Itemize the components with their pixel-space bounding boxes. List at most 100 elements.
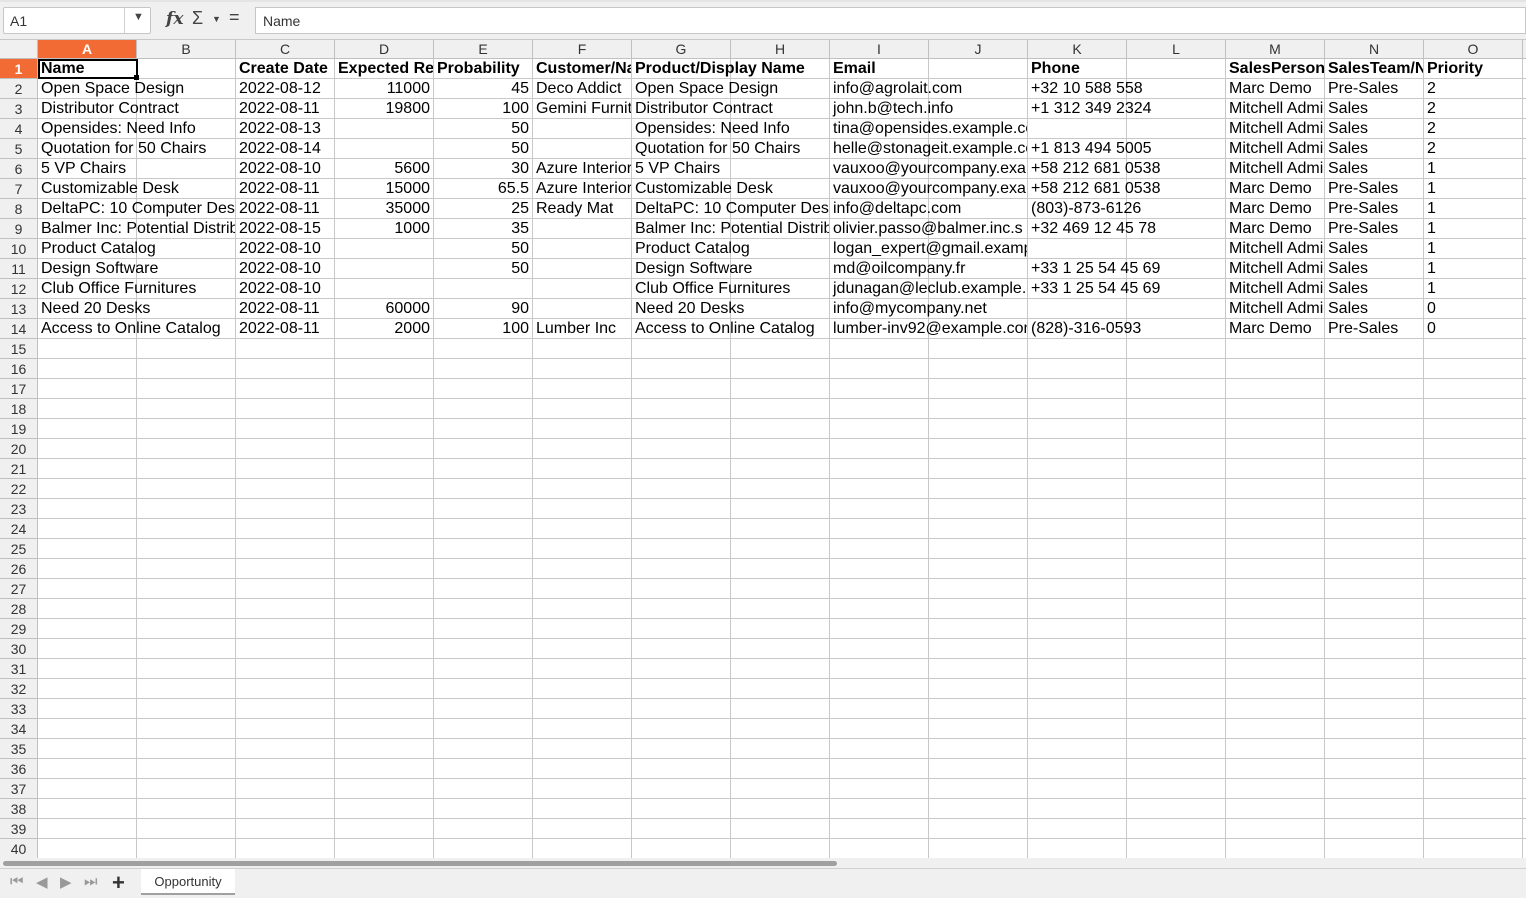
cell-person[interactable]: Mitchell Admin bbox=[1226, 279, 1324, 299]
cell-revenue[interactable]: 5600 bbox=[335, 159, 433, 179]
cell-date[interactable]: 2022-08-10 bbox=[236, 279, 334, 299]
row-header-25[interactable]: 25 bbox=[0, 539, 38, 559]
cell-product[interactable]: Access to Online Catalog bbox=[632, 319, 829, 339]
cell-email[interactable]: olivier.passo@balmer.inc.s bbox=[830, 219, 1027, 239]
cell-date[interactable]: 2022-08-11 bbox=[236, 319, 334, 339]
first-sheet-icon[interactable]: ⏮ bbox=[10, 873, 24, 890]
cell-product[interactable]: Customizable Desk bbox=[632, 179, 829, 199]
header-cell-priority[interactable]: Priority bbox=[1424, 59, 1522, 79]
row-header-21[interactable]: 21 bbox=[0, 459, 38, 479]
cell-product[interactable]: Distributor Contract bbox=[632, 99, 829, 119]
cell-prob[interactable]: 50 bbox=[434, 139, 532, 159]
cell-phone[interactable]: +33 1 25 54 45 69 bbox=[1028, 279, 1225, 299]
cell-date[interactable]: 2022-08-12 bbox=[236, 79, 334, 99]
cell-team[interactable]: Sales bbox=[1325, 99, 1423, 119]
cell-email[interactable]: logan_expert@gmail.example.com bbox=[830, 239, 1027, 259]
cell-name[interactable]: Customizable Desk bbox=[38, 179, 235, 199]
chevron-down-icon[interactable]: ▼ bbox=[133, 11, 144, 23]
cell-person[interactable]: Marc Demo bbox=[1226, 199, 1324, 219]
cell-name[interactable]: Balmer Inc: Potential Distributor bbox=[38, 219, 235, 239]
row-header-16[interactable]: 16 bbox=[0, 359, 38, 379]
cell-name[interactable]: Need 20 Desks bbox=[38, 299, 235, 319]
cell-customer[interactable]: Gemini Furniture bbox=[533, 99, 631, 119]
cell-team[interactable]: Pre-Sales bbox=[1325, 79, 1423, 99]
row-header-13[interactable]: 13 bbox=[0, 299, 38, 319]
cell-email[interactable]: info@mycompany.net bbox=[830, 299, 1027, 319]
scrollbar-thumb[interactable] bbox=[3, 861, 837, 866]
cell-prob[interactable]: 90 bbox=[434, 299, 532, 319]
column-header-o[interactable]: O bbox=[1424, 40, 1523, 58]
cell-phone[interactable]: +58 212 681 0538 bbox=[1028, 159, 1225, 179]
row-header-33[interactable]: 33 bbox=[0, 699, 38, 719]
cell-person[interactable]: Marc Demo bbox=[1226, 179, 1324, 199]
row-header-11[interactable]: 11 bbox=[0, 259, 38, 279]
row-header-38[interactable]: 38 bbox=[0, 799, 38, 819]
row-header-28[interactable]: 28 bbox=[0, 599, 38, 619]
row-header-2[interactable]: 2 bbox=[0, 79, 38, 99]
row-header-6[interactable]: 6 bbox=[0, 159, 38, 179]
cell-revenue[interactable]: 35000 bbox=[335, 199, 433, 219]
cell-person[interactable]: Marc Demo bbox=[1226, 79, 1324, 99]
cell-email[interactable]: info@deltapc.com bbox=[830, 199, 1027, 219]
sum-dropdown-icon[interactable]: ▼ bbox=[212, 14, 221, 24]
cell-product[interactable]: Need 20 Desks bbox=[632, 299, 829, 319]
cell-team[interactable]: Sales bbox=[1325, 299, 1423, 319]
column-header-m[interactable]: M bbox=[1226, 40, 1325, 58]
header-cell-salesperson[interactable]: SalesPerson bbox=[1226, 59, 1324, 79]
sheet-tab-opportunity[interactable]: Opportunity bbox=[141, 869, 235, 895]
row-header-12[interactable]: 12 bbox=[0, 279, 38, 299]
cell-product[interactable]: DeltaPC: 10 Computer Desks bbox=[632, 199, 829, 219]
cell-prob[interactable]: 50 bbox=[434, 259, 532, 279]
cell-priority[interactable]: 0 bbox=[1424, 299, 1522, 319]
cell-team[interactable]: Sales bbox=[1325, 259, 1423, 279]
last-sheet-icon[interactable]: ⏭ bbox=[84, 873, 98, 890]
cell-name[interactable]: Design Software bbox=[38, 259, 235, 279]
formula-input[interactable]: Name bbox=[255, 7, 1526, 34]
cell-priority[interactable]: 1 bbox=[1424, 219, 1522, 239]
cell-email[interactable]: jdunagan@leclub.example.com bbox=[830, 279, 1027, 299]
row-header-10[interactable]: 10 bbox=[0, 239, 38, 259]
cell-prob[interactable]: 65.5 bbox=[434, 179, 532, 199]
cell-product[interactable]: Product Catalog bbox=[632, 239, 829, 259]
row-header-19[interactable]: 19 bbox=[0, 419, 38, 439]
column-header-k[interactable]: K bbox=[1028, 40, 1127, 58]
cell-priority[interactable]: 1 bbox=[1424, 259, 1522, 279]
cell-product[interactable]: Quotation for 50 Chairs bbox=[632, 139, 829, 159]
cell-email[interactable]: vauxoo@yourcompany.example.com bbox=[830, 159, 1027, 179]
function-wizard-icon[interactable]: fx bbox=[166, 9, 183, 29]
row-header-8[interactable]: 8 bbox=[0, 199, 38, 219]
cell-email[interactable]: tina@opensides.example.com bbox=[830, 119, 1027, 139]
cell-product[interactable]: 5 VP Chairs bbox=[632, 159, 829, 179]
header-cell-create-date[interactable]: Create Date bbox=[236, 59, 334, 79]
cell-prob[interactable]: 100 bbox=[434, 99, 532, 119]
cell-phone[interactable]: +58 212 681 0538 bbox=[1028, 179, 1225, 199]
row-header-22[interactable]: 22 bbox=[0, 479, 38, 499]
cell-phone[interactable]: +1 312 349 2324 bbox=[1028, 99, 1225, 119]
row-header-24[interactable]: 24 bbox=[0, 519, 38, 539]
row-header-26[interactable]: 26 bbox=[0, 559, 38, 579]
row-header-20[interactable]: 20 bbox=[0, 439, 38, 459]
horizontal-scrollbar[interactable] bbox=[0, 858, 1526, 868]
cell-priority[interactable]: 1 bbox=[1424, 279, 1522, 299]
cell-product[interactable]: Design Software bbox=[632, 259, 829, 279]
cell-prob[interactable]: 35 bbox=[434, 219, 532, 239]
cell-prob[interactable]: 50 bbox=[434, 119, 532, 139]
cell-customer[interactable]: Ready Mat bbox=[533, 199, 631, 219]
cell-area[interactable]: Name Create DateExpected RevenueProbabili… bbox=[38, 59, 1526, 858]
column-header-j[interactable]: J bbox=[929, 40, 1028, 58]
row-header-34[interactable]: 34 bbox=[0, 719, 38, 739]
cell-priority[interactable]: 1 bbox=[1424, 199, 1522, 219]
cell-prob[interactable]: 45 bbox=[434, 79, 532, 99]
cell-email[interactable]: vauxoo@yourcompany.example.com bbox=[830, 179, 1027, 199]
next-sheet-icon[interactable]: ▶ bbox=[60, 873, 72, 891]
cell-phone[interactable]: +1 813 494 5005 bbox=[1028, 139, 1225, 159]
cell-date[interactable]: 2022-08-10 bbox=[236, 259, 334, 279]
row-header-4[interactable]: 4 bbox=[0, 119, 38, 139]
cell-revenue[interactable]: 60000 bbox=[335, 299, 433, 319]
cell-person[interactable]: Mitchell Admin bbox=[1226, 159, 1324, 179]
row-header-31[interactable]: 31 bbox=[0, 659, 38, 679]
cell-revenue[interactable]: 19800 bbox=[335, 99, 433, 119]
cell-team[interactable]: Sales bbox=[1325, 139, 1423, 159]
cell-phone[interactable]: (803)-873-6126 bbox=[1028, 199, 1225, 219]
sum-icon[interactable]: Σ bbox=[192, 8, 203, 29]
